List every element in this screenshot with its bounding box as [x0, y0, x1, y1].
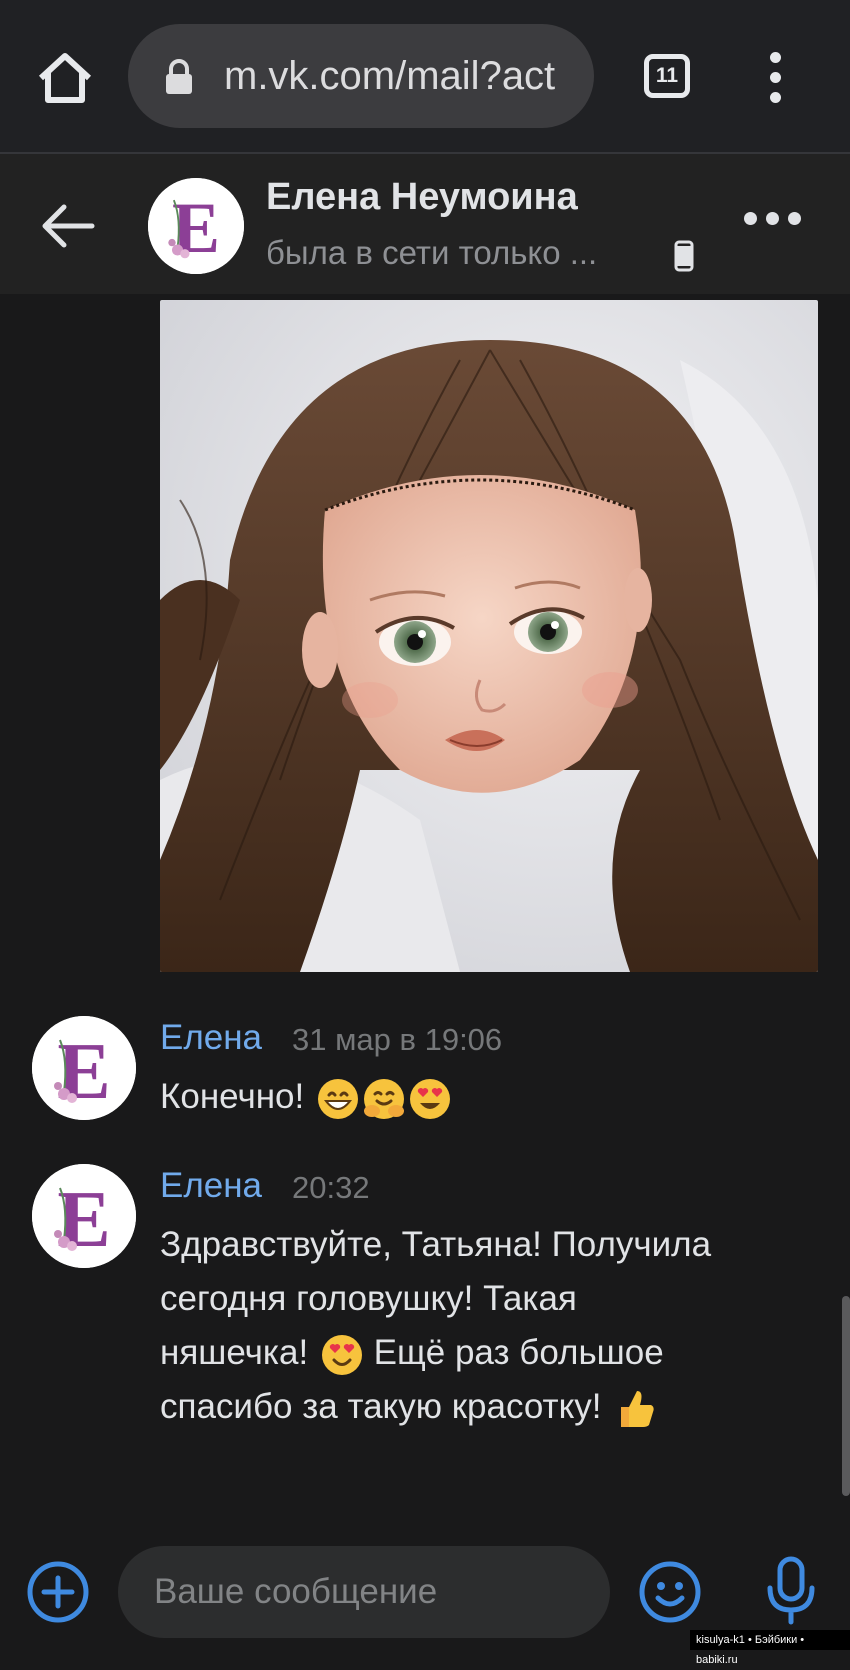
url-text: m.vk.com/mail?act: [224, 54, 556, 98]
browser-toolbar: m.vk.com/mail?act 11: [0, 0, 850, 154]
home-icon[interactable]: [36, 52, 94, 104]
message-author-name[interactable]: Елена: [160, 1018, 262, 1058]
message-text: Здравствуйте, Татьяна! Получила сегодня …: [160, 1218, 711, 1434]
hug-emoji-icon: [363, 1078, 404, 1119]
lock-icon: [164, 59, 194, 95]
message-timestamp: 20:32: [292, 1170, 370, 1205]
back-arrow-icon[interactable]: [40, 202, 96, 250]
add-attachment-icon[interactable]: [26, 1560, 90, 1624]
message-line: сегодня головушку! Такая: [160, 1279, 577, 1318]
scrollbar-thumb[interactable]: [842, 1296, 850, 1496]
last-seen-status: была в сети только ...: [266, 234, 598, 271]
emoji-picker-icon[interactable]: [638, 1560, 702, 1624]
microphone-icon[interactable]: [764, 1556, 818, 1626]
message-line: Конечно!: [160, 1077, 305, 1116]
thumbs-up-emoji-icon: [621, 1390, 654, 1427]
message-timestamp: 31 мар в 19:06: [292, 1022, 503, 1057]
message-line: спасибо за такую красотку!: [160, 1380, 711, 1434]
photo-attachment[interactable]: [160, 300, 818, 972]
contact-name[interactable]: Елена Неумоина: [266, 176, 578, 219]
tab-switcher-button[interactable]: 11: [644, 54, 690, 98]
watermark: kisulya-k1 • Бэйбики • babiki.ru: [690, 1630, 850, 1666]
message-author-avatar[interactable]: E: [32, 1164, 136, 1268]
message-author-name[interactable]: Елена: [160, 1166, 262, 1206]
message-line: няшечка! Ещё раз большое: [160, 1326, 711, 1380]
message-input[interactable]: [118, 1546, 610, 1638]
more-options-icon[interactable]: [744, 212, 810, 240]
message-text: Конечно!: [160, 1070, 452, 1124]
heart-eyes-emoji-icon: [409, 1078, 450, 1119]
message-author-avatar[interactable]: E: [32, 1016, 136, 1120]
address-bar[interactable]: m.vk.com/mail?act: [128, 24, 594, 128]
heart-eyes-emoji-icon: [321, 1334, 362, 1375]
mobile-device-icon: [674, 240, 694, 272]
grin-emoji-icon: [317, 1078, 358, 1119]
browser-menu-icon[interactable]: [766, 52, 784, 104]
message-line: Здравствуйте, Татьяна! Получила: [160, 1225, 712, 1264]
contact-avatar[interactable]: E: [148, 178, 244, 274]
chat-header: E Елена Неумоина была в сети только ...: [0, 154, 850, 294]
